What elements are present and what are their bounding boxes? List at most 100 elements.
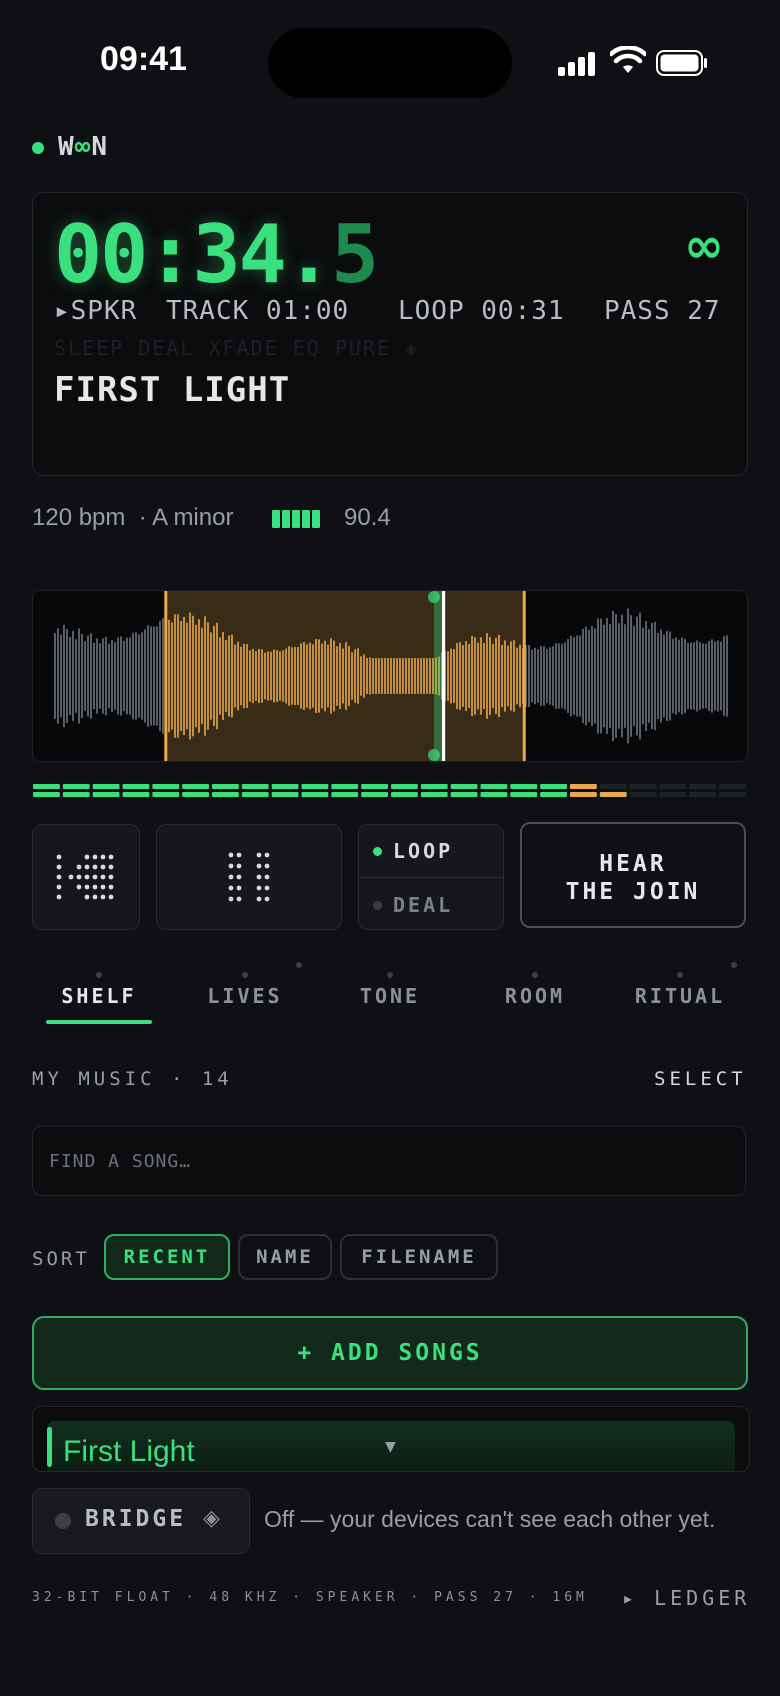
bridge-message: Off — your devices can't see each other …: [264, 1506, 716, 1532]
meter-segment: [182, 784, 209, 789]
level-block: [302, 510, 310, 528]
meter-segment: [182, 792, 209, 797]
tab-tone[interactable]: TONE: [320, 984, 460, 1008]
sort-filename[interactable]: FILENAME: [340, 1234, 498, 1280]
ledger-link[interactable]: ▸ LEDGER: [622, 1586, 750, 1610]
chevron-down-icon[interactable]: ▼: [385, 1439, 396, 1455]
sort-name[interactable]: NAME: [238, 1234, 332, 1280]
meter-segment: [719, 784, 746, 789]
bridge-button[interactable]: BRIDGE ◈: [32, 1488, 250, 1554]
status-dot: [32, 142, 44, 154]
meter-segment: [62, 792, 90, 797]
skip-arrow-dot: [108, 874, 114, 880]
library-header: MY MUSIC · 14: [32, 1068, 233, 1090]
tab-dot: [296, 962, 302, 968]
meter-segment: [331, 784, 359, 789]
loop-active-dot: [373, 847, 382, 856]
tab-lives[interactable]: LIVES: [175, 984, 315, 1008]
ghost-flags: SLEEP DEAL XFADE EQ PURE ◈: [54, 336, 420, 360]
meter-segment: [391, 792, 418, 797]
meter-segment: [480, 784, 508, 789]
pause-bar-dot: [236, 874, 242, 880]
meter-segment: [212, 792, 239, 797]
tab-dot: [532, 972, 538, 978]
meter-segment: [599, 784, 627, 789]
dynamic-island: [268, 28, 512, 98]
tab-dot: [96, 972, 102, 978]
output-readout[interactable]: ▸SPKR: [54, 296, 137, 326]
skip-arrow-dot: [92, 894, 98, 900]
pause-icon: [228, 852, 270, 902]
skip-arrow-dot: [100, 894, 106, 900]
tab-room[interactable]: ROOM: [465, 984, 605, 1008]
toggle-divider: [359, 877, 503, 878]
select-button[interactable]: SELECT: [654, 1068, 747, 1090]
crossfade-top-knob: [427, 591, 440, 603]
active-tab-indicator: [46, 1020, 152, 1024]
pause-bar-dot: [264, 874, 270, 880]
meter-segment: [301, 784, 329, 789]
cellular-signal-icon: [558, 52, 598, 76]
sort-recent[interactable]: RECENT: [104, 1234, 230, 1280]
meter-segment: [92, 784, 120, 789]
meter-segment: [92, 792, 120, 797]
footer-info: 32-BIT FLOAT · 48 KHZ · SPEAKER · PASS 2…: [32, 1590, 592, 1605]
skip-arrow-dot: [76, 884, 82, 890]
tab-ritual[interactable]: RITUAL: [610, 984, 750, 1008]
playhead: [441, 591, 445, 761]
battery-icon: [656, 50, 707, 76]
add-songs-button[interactable]: + ADD SONGS: [32, 1316, 748, 1390]
waveform-editor[interactable]: [32, 590, 748, 762]
meter-segment: [241, 784, 269, 789]
pause-bar-dot: [256, 885, 262, 891]
status-time: 09:41: [100, 40, 187, 78]
infinity-loop-icon[interactable]: ∞: [684, 218, 724, 274]
meter-segment: [271, 784, 299, 789]
deal-option[interactable]: DEAL: [393, 893, 453, 917]
skip-bar-dot: [56, 894, 62, 900]
bridge-label: BRIDGE: [85, 1506, 187, 1532]
sort-label: SORT: [32, 1248, 90, 1270]
pause-bar-dot: [264, 863, 270, 869]
pause-bar-dot: [264, 896, 270, 902]
meter-segment: [480, 792, 508, 797]
pause-bar-dot: [236, 852, 242, 858]
level-block: [272, 510, 280, 528]
tab-dot: [677, 972, 683, 978]
pause-bar-dot: [256, 896, 262, 902]
meter-segment: [629, 792, 657, 797]
mode-toggle[interactable]: LOOP DEAL: [358, 824, 504, 930]
skip-bar-dot: [56, 884, 62, 890]
hear-the-join-button[interactable]: HEAR THE JOIN: [520, 822, 746, 928]
skip-bar-dot: [56, 854, 62, 860]
meter-segment: [719, 792, 746, 797]
pause-button[interactable]: [156, 824, 342, 930]
meter-segment: [659, 792, 687, 797]
waveform-graphic[interactable]: [33, 591, 747, 761]
skip-arrow-dot: [108, 894, 114, 900]
meter-segment: [510, 784, 538, 789]
level-value: 90.4: [344, 504, 391, 531]
tab-shelf[interactable]: SHELF: [29, 984, 169, 1008]
song-name[interactable]: First Light: [63, 1435, 195, 1469]
pause-bar-dot: [256, 874, 262, 880]
pause-bar-dot: [228, 885, 234, 891]
meter-segment: [510, 792, 538, 797]
skip-arrow-dot: [108, 884, 114, 890]
search-input[interactable]: [32, 1126, 746, 1196]
meter-segment: [450, 792, 478, 797]
loop-option[interactable]: LOOP: [393, 839, 453, 863]
skip-arrow-dot: [92, 874, 98, 880]
meter-segment: [122, 792, 150, 797]
skip-to-start-button[interactable]: [32, 824, 140, 930]
skip-bar-dot: [56, 864, 62, 870]
bridge-status-dot: [55, 1513, 71, 1529]
pause-bar-dot: [256, 852, 262, 858]
hear-line-2: THE JOIN: [565, 879, 701, 905]
level-block: [312, 510, 320, 528]
pause-bar-dot: [228, 852, 234, 858]
skip-arrow-dot: [100, 854, 106, 860]
pause-bar-dot: [264, 852, 270, 858]
tab-dot: [731, 962, 737, 968]
pause-bar-dot: [236, 885, 242, 891]
